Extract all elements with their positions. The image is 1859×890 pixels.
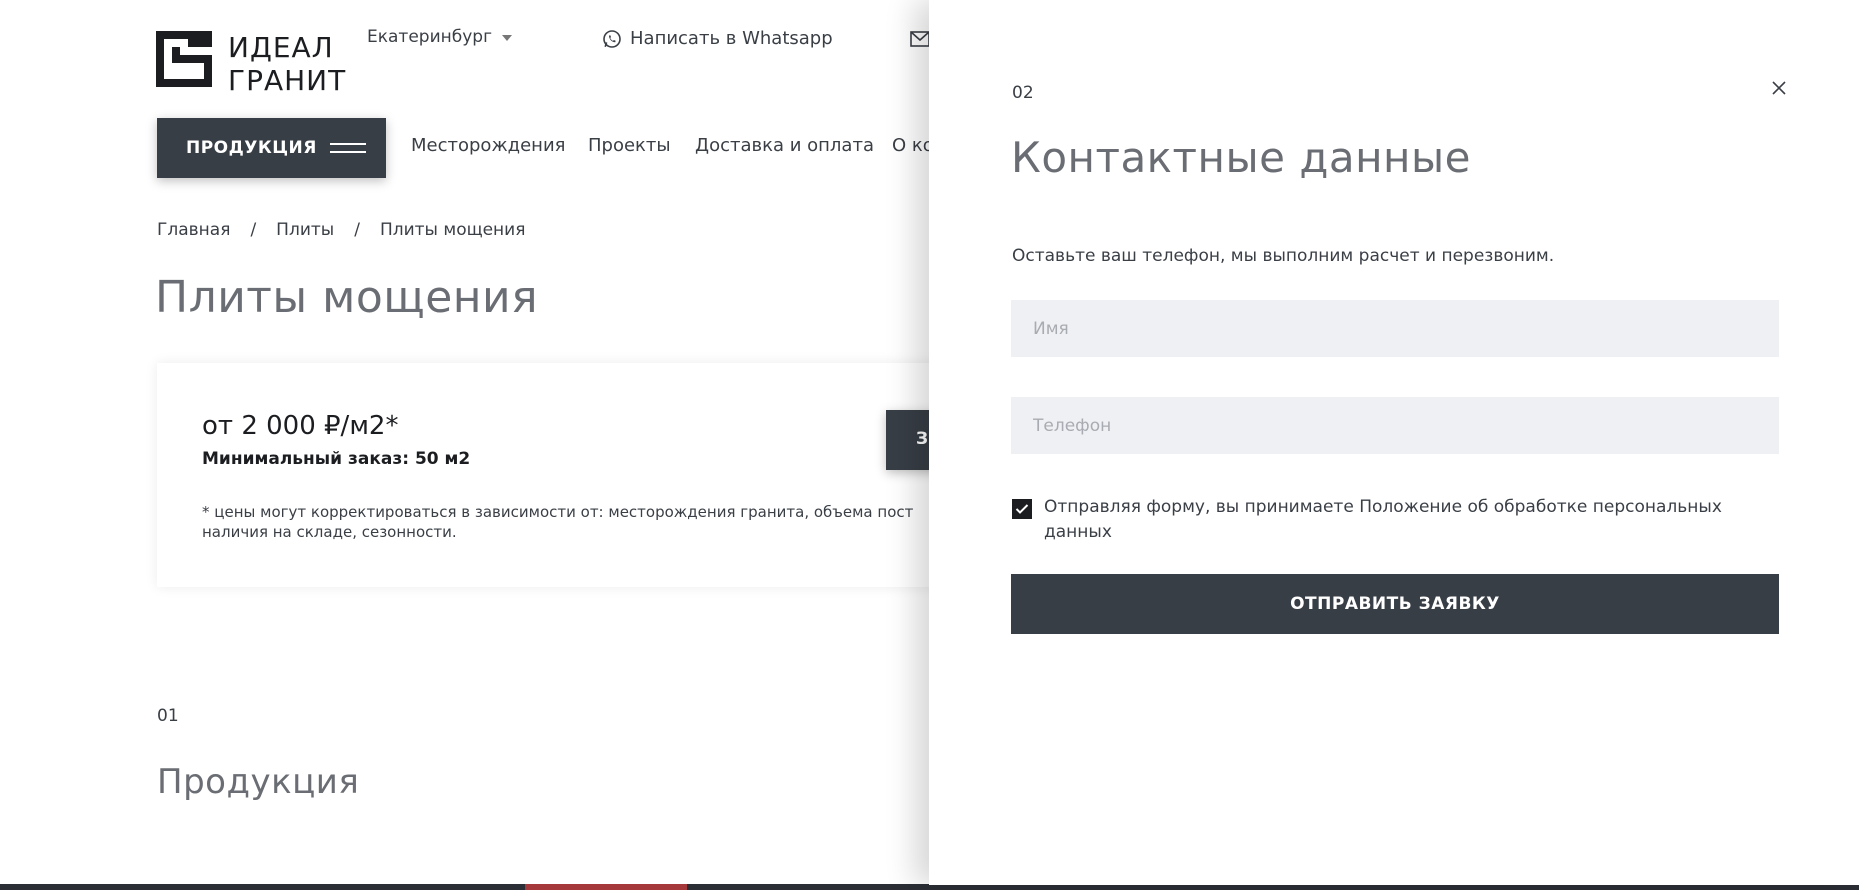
contact-modal: 02 Контактные данные Оставьте ваш телефо… (929, 0, 1859, 885)
price-note: * цены могут корректироваться в зависимо… (202, 502, 962, 542)
breadcrumb-slabs[interactable]: Плиты (276, 220, 334, 240)
logo-line-1: ИДЕАЛ (228, 31, 334, 64)
bottom-bar-accent (525, 884, 687, 890)
breadcrumb-current: Плиты мощения (379, 220, 526, 240)
price-card: от 2 000 ₽/м2* Минимальный заказ: 50 м2 … (157, 363, 1006, 587)
city-selector[interactable]: Екатеринбург (367, 27, 513, 47)
price-value: от 2 000 ₽/м2* (202, 411, 399, 441)
breadcrumb-separator: / (354, 220, 360, 240)
logo-line-2: ГРАНИТ (228, 64, 347, 97)
consent-checkbox[interactable] (1012, 499, 1032, 519)
breadcrumb-separator: / (250, 220, 257, 240)
products-button-label: ПРОДУКЦИЯ (186, 138, 317, 158)
whatsapp-icon (603, 29, 621, 48)
submit-button[interactable]: ОТПРАВИТЬ ЗАЯВКУ (1011, 574, 1779, 634)
breadcrumb-home[interactable]: Главная (157, 220, 230, 240)
close-icon[interactable] (1769, 78, 1789, 98)
section-title: Продукция (157, 762, 360, 802)
modal-step-number: 02 (1012, 83, 1034, 103)
products-menu-button[interactable]: ПРОДУКЦИЯ (157, 118, 386, 178)
price-note-line-2: наличия на складе, сезонности. (202, 523, 457, 541)
burger-icon (330, 143, 366, 153)
check-icon (1015, 504, 1029, 514)
logo-mark-icon (156, 31, 212, 87)
logo-text: ИДЕАЛ ГРАНИТ (228, 31, 346, 97)
consent-row: Отправляя форму, вы принимаете Положение… (1012, 495, 1772, 545)
name-input[interactable] (1011, 300, 1779, 357)
breadcrumb: Главная / Плиты / Плиты мощения (157, 220, 525, 240)
min-order: Минимальный заказ: 50 м2 (202, 449, 471, 469)
whatsapp-label: Написать в Whatsapp (630, 28, 833, 49)
nav-item-delivery[interactable]: Доставка и оплата (695, 135, 874, 156)
mail-icon[interactable] (910, 31, 930, 47)
chevron-down-icon (502, 35, 513, 41)
modal-title: Контактные данные (1011, 133, 1472, 182)
whatsapp-link[interactable]: Написать в Whatsapp (602, 28, 833, 49)
modal-description: Оставьте ваш телефон, мы выполним расчет… (1012, 246, 1555, 266)
page-title: Плиты мощения (155, 272, 539, 323)
site-logo[interactable]: ИДЕАЛ ГРАНИТ (156, 31, 346, 97)
city-label: Екатеринбург (367, 27, 493, 47)
nav-item-about[interactable]: О ко (892, 135, 934, 156)
price-note-line-1: * цены могут корректироваться в зависимо… (202, 503, 914, 521)
nav-item-deposits[interactable]: Месторождения (411, 135, 565, 156)
nav-item-projects[interactable]: Проекты (588, 135, 671, 156)
section-number: 01 (157, 706, 179, 726)
phone-input[interactable] (1011, 397, 1779, 454)
consent-text: Отправляя форму, вы принимаете Положение… (1044, 497, 1722, 542)
